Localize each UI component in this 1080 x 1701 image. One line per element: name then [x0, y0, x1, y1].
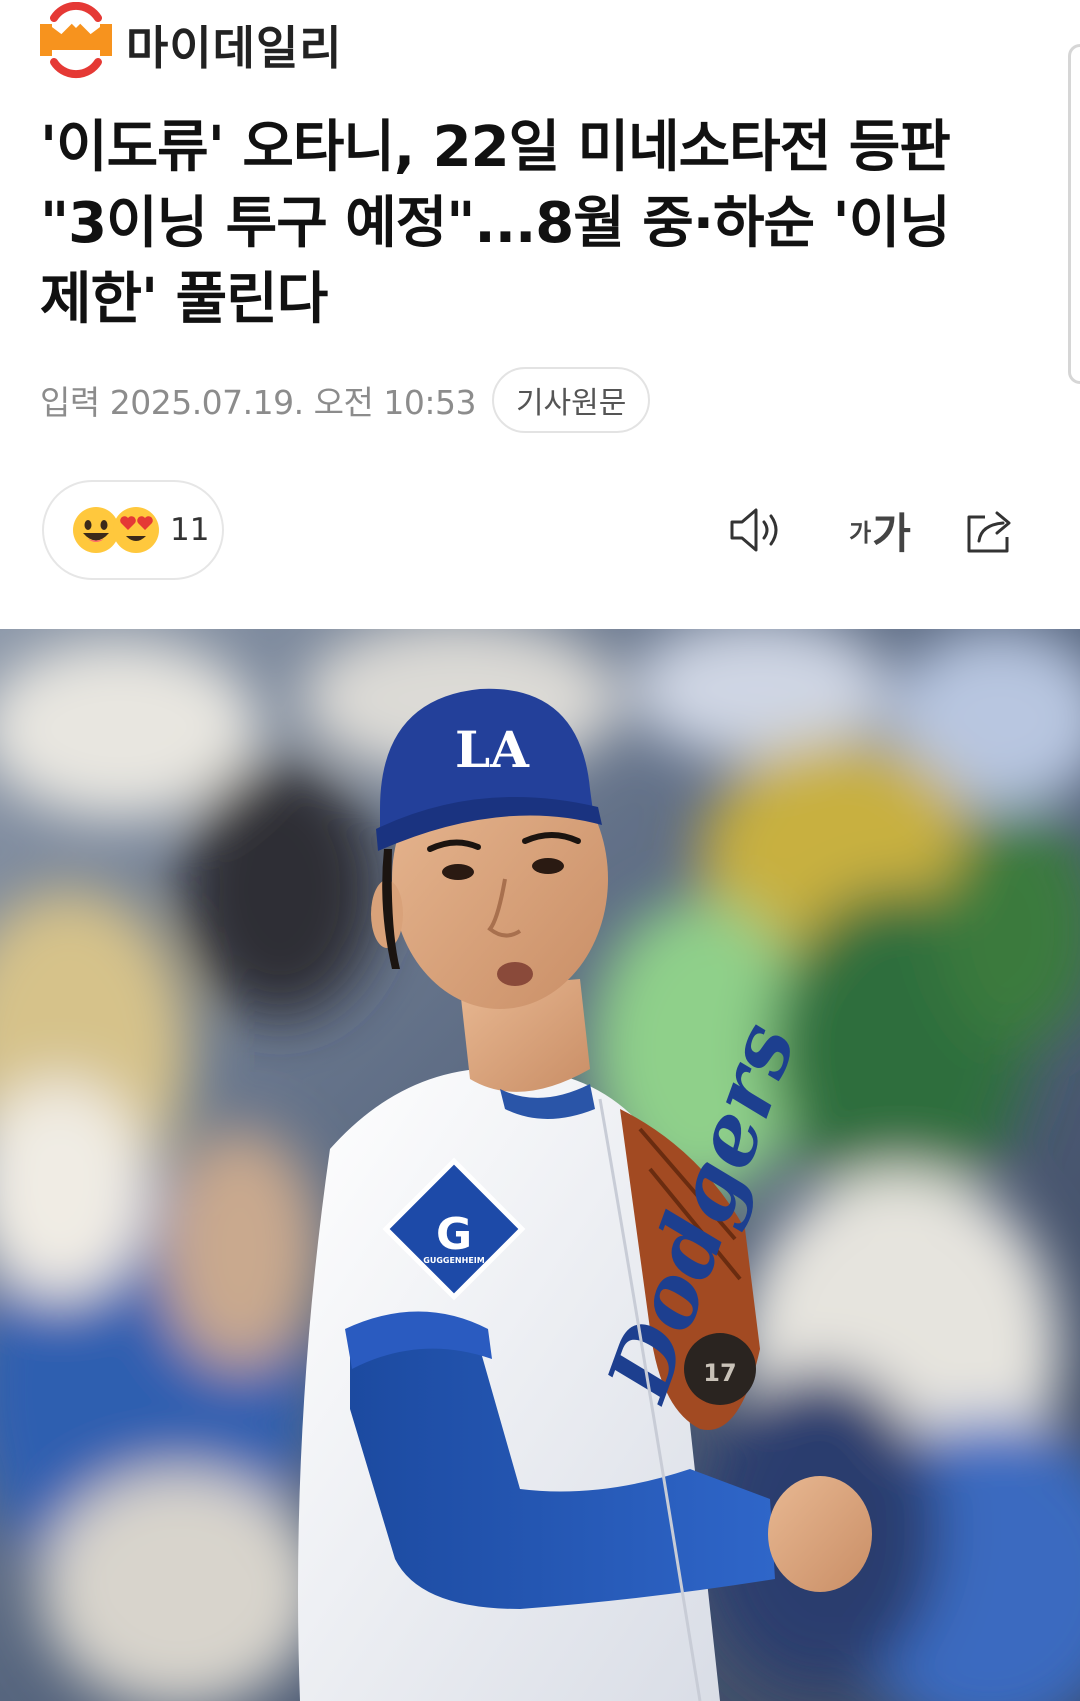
font-size-big-label: 가 [872, 508, 911, 558]
article-headline: '이도류' 오타니, 22일 미네소타전 등판 "3이닝 투구 예정"...8월… [40, 115, 951, 332]
side-panel-edge[interactable] [1068, 44, 1080, 384]
article-photo[interactable]: LA G GUGGENHEIM 17 Dodgers [0, 629, 1080, 1701]
cap-logo: LA [455, 720, 530, 779]
font-size-small-label: 가 [849, 518, 872, 547]
reaction-button[interactable]: 11 [42, 480, 224, 580]
heart-eyes-emoji-icon [112, 506, 160, 554]
mydaily-logo-icon[interactable] [40, 1, 112, 88]
font-size-button[interactable]: 가가 [835, 492, 925, 568]
glove-number: 17 [703, 1359, 736, 1387]
sleeve-patch-logo: G [436, 1209, 472, 1260]
published-datetime: 입력 2025.07.19. 오전 10:53 [40, 383, 476, 422]
publisher-header: 마이데일리 [40, 0, 343, 90]
sleeve-patch-sub: GUGGENHEIM [423, 1256, 484, 1265]
article-meta: 입력 2025.07.19. 오전 10:53 기사원문 [40, 367, 651, 433]
speaker-icon[interactable] [720, 492, 792, 568]
reaction-count: 11 [170, 512, 210, 548]
share-icon[interactable] [955, 492, 1025, 568]
original-article-button[interactable]: 기사원문 [491, 367, 651, 433]
brand-name[interactable]: 마이데일리 [126, 12, 343, 78]
